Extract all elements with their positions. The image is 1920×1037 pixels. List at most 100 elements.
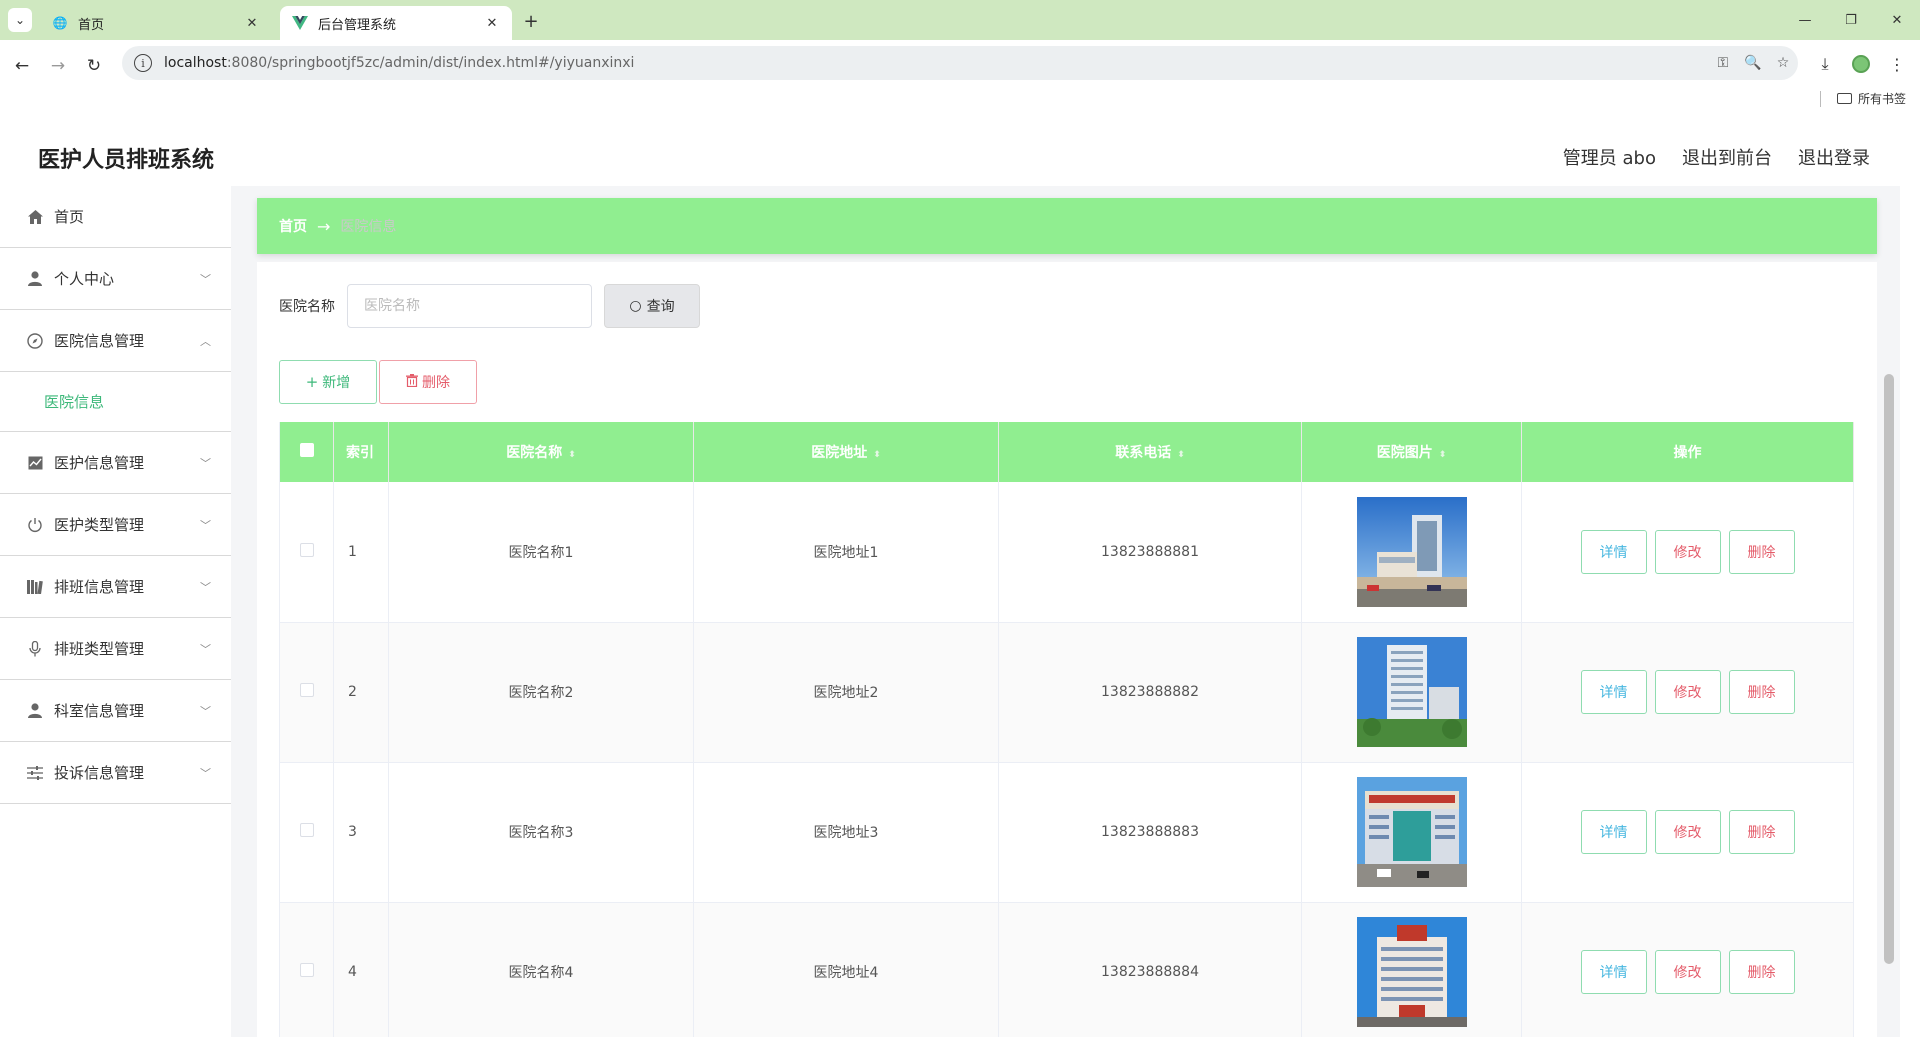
site-info-icon[interactable]: i xyxy=(134,54,152,72)
sidebar-subitem-label: 医院信息 xyxy=(44,393,105,411)
breadcrumb-home[interactable]: 首页 xyxy=(279,216,307,236)
row-checkbox[interactable] xyxy=(299,683,314,697)
folder-icon xyxy=(1836,93,1852,104)
detail-button[interactable]: 详情 xyxy=(1580,670,1647,714)
power-icon xyxy=(26,516,44,534)
detail-button[interactable]: 详情 xyxy=(1580,810,1647,854)
hospital-name-search-input[interactable] xyxy=(347,284,592,328)
row-actions-cell: 详情 修改 删除 xyxy=(1521,902,1854,1037)
row-select-cell[interactable] xyxy=(279,622,334,763)
sidebar-item-personal[interactable]: 个人中心 ﹀ xyxy=(0,248,231,310)
browser-tab-home[interactable]: 🌐 首页 ✕ xyxy=(40,6,272,40)
hospital-image[interactable] xyxy=(1356,777,1467,887)
window-close-icon[interactable]: ✕ xyxy=(1882,8,1912,32)
row-index: 1 xyxy=(333,482,389,623)
column-header-name[interactable]: 医院名称 ⬍ xyxy=(388,422,694,482)
column-header-address[interactable]: 医院地址 ⬍ xyxy=(693,422,999,482)
sidebar-item-complaint[interactable]: 投诉信息管理 ﹀ xyxy=(0,742,231,804)
reload-icon[interactable]: ↻ xyxy=(80,52,108,80)
row-select-cell[interactable] xyxy=(279,762,334,903)
app-header: 医护人员排班系统 管理员 abo 退出到前台 退出登录 xyxy=(0,120,1920,190)
sidebar-item-department[interactable]: 科室信息管理 ﹀ xyxy=(0,680,231,742)
row-checkbox[interactable] xyxy=(299,542,314,557)
more-menu-icon[interactable]: ⋮ xyxy=(1882,50,1912,78)
tab-title: 后台管理系统 xyxy=(318,17,397,33)
row-select-cell[interactable] xyxy=(279,482,334,623)
table-row: 3 医院名称3 医院地址3 13823888883 详情 修改 删除 xyxy=(279,762,1854,903)
row-checkbox[interactable] xyxy=(299,823,314,837)
sidebar-subitem-hospital-info[interactable]: 医院信息 xyxy=(0,372,231,432)
hospital-image[interactable] xyxy=(1356,496,1467,607)
add-button[interactable]: + 新增 xyxy=(279,360,377,404)
table-row: 4 医院名称4 医院地址4 13823888884 详情 修改 删除 xyxy=(279,902,1854,1037)
delete-row-button[interactable]: 删除 xyxy=(1728,670,1795,714)
browser-toolbar: ← → ↻ i localhost:8080/springbootjf5zc/a… xyxy=(0,40,1920,126)
row-checkbox[interactable] xyxy=(299,963,314,977)
add-button-label: 新增 xyxy=(322,375,351,391)
download-icon[interactable]: ⤓ xyxy=(1810,50,1840,78)
url-text[interactable]: localhost:8080/springbootjf5zc/admin/dis… xyxy=(164,55,1708,71)
select-all-checkbox[interactable] xyxy=(299,443,314,457)
password-key-icon[interactable]: ⚿ xyxy=(1708,50,1738,76)
delete-row-button[interactable]: 删除 xyxy=(1728,810,1795,854)
hospital-image[interactable] xyxy=(1356,637,1467,747)
exit-to-front-link[interactable]: 退出到前台 xyxy=(1682,144,1772,170)
batch-delete-button[interactable]: 删除 xyxy=(379,360,477,404)
row-index: 3 xyxy=(333,762,389,903)
minimize-icon[interactable]: — xyxy=(1790,8,1820,32)
sidebar-item-label: 医护类型管理 xyxy=(54,516,145,534)
query-button[interactable]: ○ 查询 xyxy=(604,284,700,328)
select-all-cell[interactable] xyxy=(279,422,334,482)
row-actions-cell: 详情 修改 删除 xyxy=(1521,622,1854,763)
profile-avatar[interactable] xyxy=(1846,50,1876,78)
column-header-image[interactable]: 医院图片 ⬍ xyxy=(1301,422,1522,482)
logout-link[interactable]: 退出登录 xyxy=(1798,144,1870,170)
delete-row-button[interactable]: 删除 xyxy=(1728,529,1795,574)
forward-icon[interactable]: → xyxy=(44,52,72,80)
sort-icon[interactable]: ⬍ xyxy=(1439,450,1447,460)
row-select-cell[interactable] xyxy=(279,902,334,1037)
page-scrollbar[interactable] xyxy=(1884,374,1894,964)
hospital-image-cell xyxy=(1301,762,1522,903)
close-icon[interactable]: ✕ xyxy=(482,13,502,33)
sidebar-item-medical-staff[interactable]: 医护信息管理 ﹀ xyxy=(0,432,231,494)
back-icon[interactable]: ← xyxy=(8,52,36,80)
sidebar-item-hospital-mgmt[interactable]: 医院信息管理 ︿ xyxy=(0,310,231,372)
detail-button[interactable]: 详情 xyxy=(1580,950,1647,994)
sliders-icon xyxy=(26,764,44,782)
bookmark-star-icon[interactable]: ☆ xyxy=(1768,50,1798,76)
sidebar-item-schedule[interactable]: 排班信息管理 ﹀ xyxy=(0,556,231,618)
hospital-image[interactable] xyxy=(1356,917,1467,1027)
edit-button[interactable]: 修改 xyxy=(1654,670,1721,714)
sidebar-item-staff-type[interactable]: 医护类型管理 ﹀ xyxy=(0,494,231,556)
sidebar-item-label: 医护信息管理 xyxy=(54,454,145,472)
sidebar-item-label: 排班类型管理 xyxy=(54,640,145,658)
delete-row-button[interactable]: 删除 xyxy=(1728,950,1795,994)
close-icon[interactable]: ✕ xyxy=(242,13,262,33)
new-tab-icon[interactable]: + xyxy=(520,10,542,32)
row-index: 4 xyxy=(333,902,389,1037)
edit-button[interactable]: 修改 xyxy=(1654,950,1721,994)
detail-button[interactable]: 详情 xyxy=(1580,529,1647,574)
zoom-icon[interactable]: 🔍 xyxy=(1738,50,1768,76)
sort-icon[interactable]: ⬍ xyxy=(568,450,576,460)
sort-icon[interactable]: ⬍ xyxy=(873,450,881,460)
hospital-address-cell: 医院地址4 xyxy=(693,902,999,1037)
chevron-up-icon: ︿ xyxy=(200,334,211,348)
chevron-down-icon: ﹀ xyxy=(200,704,211,718)
chevron-down-icon: ﹀ xyxy=(200,518,211,532)
sidebar-item-schedule-type[interactable]: 排班类型管理 ﹀ xyxy=(0,618,231,680)
hospital-table: 索引 医院名称 ⬍ 医院地址 ⬍ 联系电话 ⬍ 医院图片 ⬍ 操作 1 医院名称1 医院… xyxy=(279,422,1854,1037)
edit-button[interactable]: 修改 xyxy=(1654,529,1721,574)
browser-tab-admin[interactable]: 后台管理系统 ✕ xyxy=(280,6,512,40)
sort-icon[interactable]: ⬍ xyxy=(1177,450,1185,460)
hospital-name-cell: 医院名称3 xyxy=(388,762,694,903)
restore-icon[interactable]: ❐ xyxy=(1836,8,1866,32)
chevron-down-icon: ﹀ xyxy=(200,766,211,780)
bookmarks-bar[interactable]: 所有书签 xyxy=(1819,90,1906,107)
address-bar[interactable]: i localhost:8080/springbootjf5zc/admin/d… xyxy=(122,46,1798,80)
tab-search-menu[interactable]: ⌄ xyxy=(8,8,32,32)
column-header-phone[interactable]: 联系电话 ⬍ xyxy=(998,422,1302,482)
edit-button[interactable]: 修改 xyxy=(1654,810,1721,854)
sidebar-item-home[interactable]: 首页 xyxy=(0,186,231,248)
